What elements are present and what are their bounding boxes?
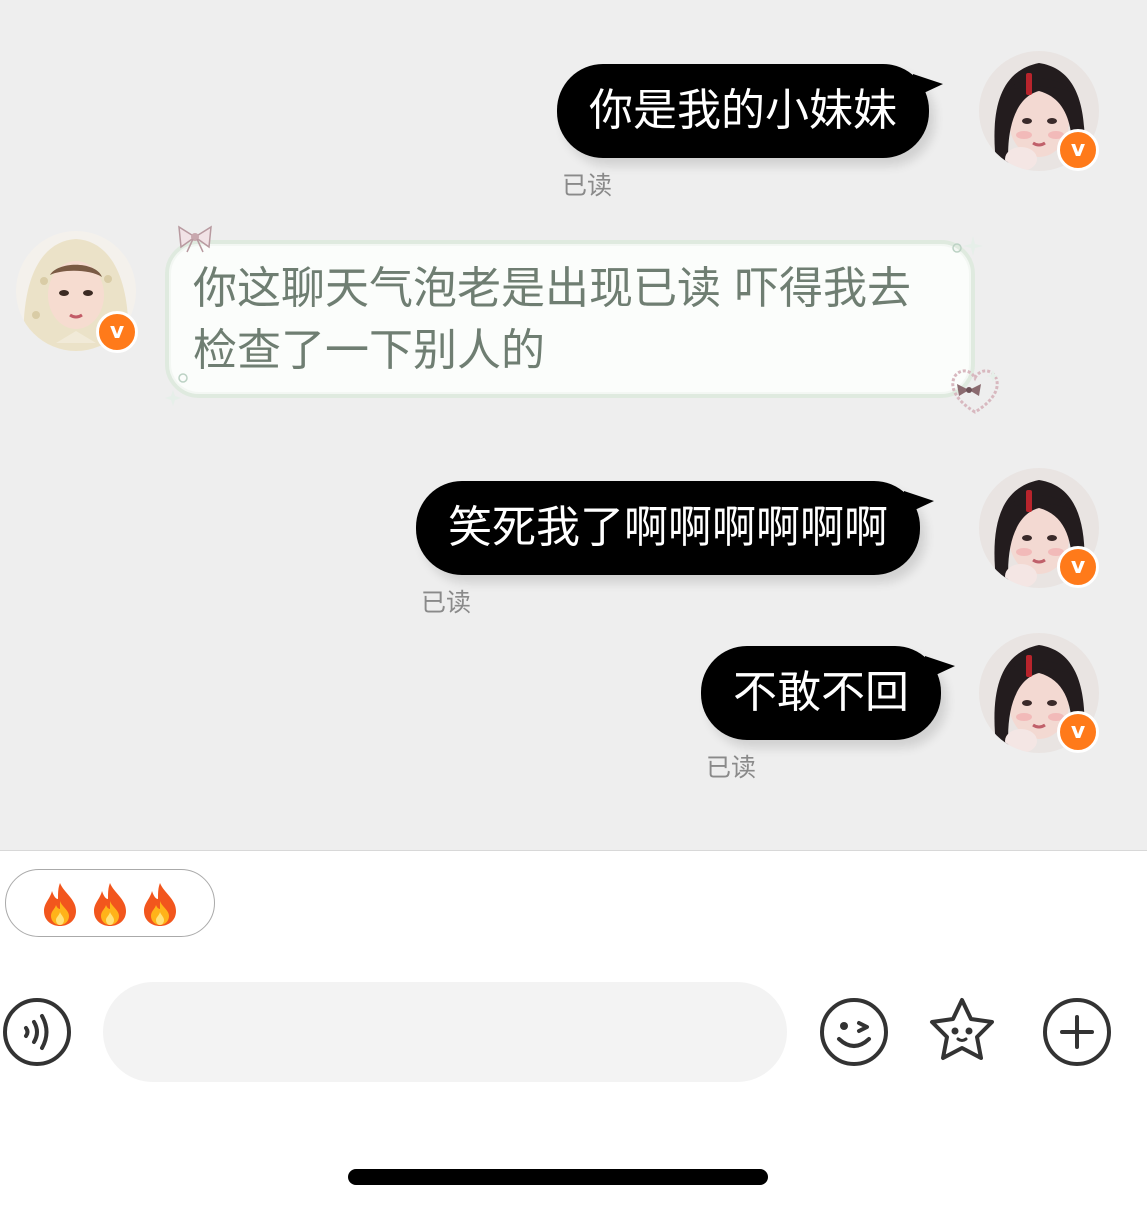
message-bubble-incoming[interactable]: 你这聊天气泡老是出现已读 吓得我去检查了一下别人的: [165, 240, 975, 398]
message-text: 你是我的小妹妹: [589, 85, 897, 136]
bubble-tail: [913, 74, 943, 98]
fire-icon: [144, 882, 176, 926]
voice-waves-icon[interactable]: [2, 997, 72, 1067]
message-input[interactable]: [103, 982, 787, 1082]
bubble-tail: [904, 491, 934, 515]
read-status-label: 已读: [421, 588, 472, 617]
avatar-contact[interactable]: v: [16, 231, 138, 353]
message-bubble-outgoing[interactable]: 不敢不回: [701, 646, 955, 740]
verified-badge-icon: v: [1057, 546, 1099, 588]
message-text: 不敢不回: [733, 667, 909, 718]
quick-reply-chip[interactable]: [5, 869, 215, 937]
home-indicator[interactable]: [348, 1169, 768, 1185]
plus-circle-icon[interactable]: [1042, 997, 1112, 1067]
chat-area[interactable]: 你是我的小妹妹 已读 v v 你这聊天气泡老是出现已读 吓得我去检查了一下别人的…: [0, 0, 1147, 851]
message-text: 你这聊天气泡老是出现已读 吓得我去检查了一下别人的: [193, 263, 911, 376]
avatar-self[interactable]: v: [979, 633, 1099, 753]
bubble-tail: [925, 656, 955, 680]
verified-badge-icon: v: [1057, 129, 1099, 171]
read-status-label: 已读: [562, 171, 613, 200]
bow-decoration-icon: [178, 225, 212, 253]
sparkle-icon: [952, 236, 983, 256]
fire-icon: [94, 882, 126, 926]
avatar-self[interactable]: v: [979, 468, 1099, 588]
message-bubble-outgoing[interactable]: 笑死我了啊啊啊啊啊啊: [416, 481, 934, 575]
message-bubble-outgoing[interactable]: 你是我的小妹妹: [557, 64, 943, 158]
verified-badge-icon: v: [96, 311, 138, 353]
verified-badge-icon: v: [1057, 711, 1099, 753]
message-text: 笑死我了啊啊啊啊啊啊: [448, 502, 888, 553]
avatar-self[interactable]: v: [979, 51, 1099, 171]
sparkle-icon: [165, 373, 188, 406]
read-status-label: 已读: [706, 753, 757, 782]
fire-icon: [44, 882, 76, 926]
star-face-icon[interactable]: [927, 995, 997, 1065]
heart-bow-decoration-icon: [951, 369, 1000, 414]
winking-face-icon[interactable]: [819, 997, 889, 1067]
